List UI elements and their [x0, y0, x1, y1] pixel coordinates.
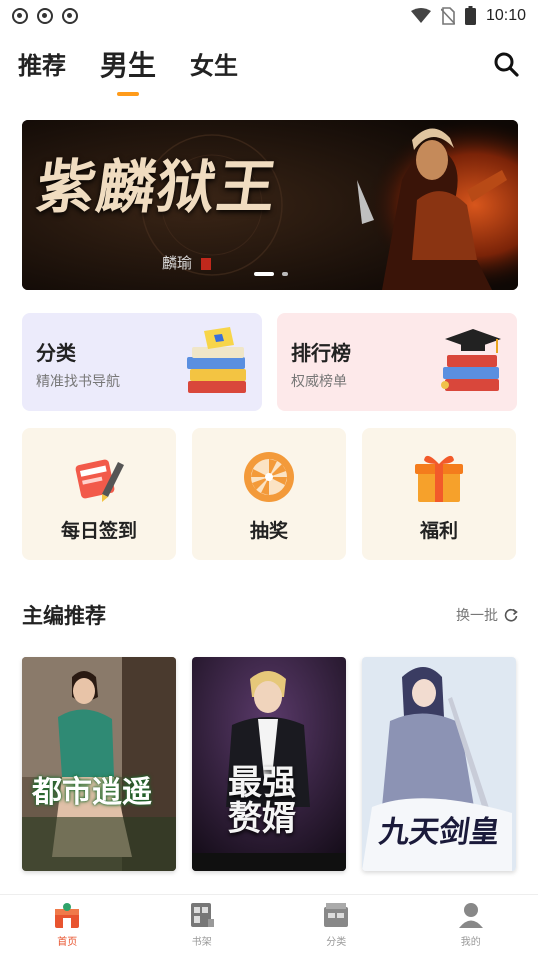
bottom-nav: 首页 书架 分类 我的	[0, 894, 538, 955]
nav-category[interactable]: 分类	[269, 895, 404, 955]
book-card[interactable]: 九天剑皇	[362, 657, 516, 871]
top-tabs: 推荐 男生 女生	[18, 44, 238, 96]
nav-bookshelf[interactable]: 书架	[135, 895, 270, 955]
book-card[interactable]: 都市逍遥	[22, 657, 176, 871]
book-cover-title: 都市逍遥	[32, 775, 152, 810]
nav-home[interactable]: 首页	[0, 895, 135, 955]
notification-icon	[37, 8, 53, 24]
tab-female[interactable]: 女生	[190, 48, 238, 84]
welfare-label: 福利	[419, 520, 458, 542]
section-title: 主编推荐	[22, 604, 106, 628]
checkin-card[interactable]: 每日签到	[22, 428, 176, 560]
profile-icon	[458, 903, 483, 928]
no-sim-icon	[440, 6, 455, 25]
wifi-icon	[410, 7, 431, 23]
nav-category-label: 分类	[326, 937, 347, 948]
category-card-title: 分类	[36, 341, 76, 365]
home-icon	[55, 903, 80, 928]
stacked-books-icon	[187, 327, 246, 393]
tab-recommend[interactable]: 推荐	[18, 48, 66, 84]
checkin-label: 每日签到	[60, 520, 137, 542]
book-card[interactable]: 最强赘婿	[192, 657, 346, 871]
status-bar: 10:10	[0, 0, 538, 32]
ranking-card-title: 排行榜	[291, 341, 351, 365]
notification-icon	[12, 8, 28, 24]
banner-title: 紫麟狱王	[32, 153, 283, 221]
tab-male[interactable]: 男生	[100, 48, 157, 96]
bookshelf-icon	[190, 903, 214, 927]
search-icon[interactable]	[492, 50, 520, 78]
book-cover-title: 九天剑皇	[377, 815, 502, 850]
book-cover-title: 最强赘婿	[228, 763, 296, 839]
banner-author: 麟瑜	[162, 252, 211, 273]
banner-author-badge	[200, 258, 211, 270]
checkin-pencil-icon	[75, 459, 124, 502]
notification-icon	[62, 8, 78, 24]
promo-banner[interactable]: 紫麟狱王 麟瑜	[22, 120, 518, 290]
refresh-icon	[504, 608, 518, 622]
gift-box-icon	[415, 455, 463, 502]
banner-author-name: 麟瑜	[162, 254, 193, 272]
lottery-wheel-icon	[244, 452, 294, 502]
ranking-card-subtitle: 权威榜单	[291, 374, 347, 390]
category-card-subtitle: 精准找书导航	[36, 374, 120, 390]
refresh-button[interactable]: 换一批	[456, 605, 518, 625]
battery-icon	[464, 6, 476, 25]
category-card[interactable]: 分类 精准找书导航	[22, 313, 262, 411]
book-cover-art	[22, 657, 176, 871]
lottery-label: 抽奖	[249, 520, 288, 542]
lottery-card[interactable]: 抽奖	[192, 428, 346, 560]
tab-indicator	[117, 92, 139, 96]
welfare-card[interactable]: 福利	[362, 428, 516, 560]
nav-home-label: 首页	[57, 937, 78, 948]
nav-profile[interactable]: 我的	[404, 895, 538, 955]
refresh-label: 换一批	[456, 608, 498, 624]
nav-bookshelf-label: 书架	[191, 937, 212, 948]
ranking-card[interactable]: 排行榜 权威榜单	[277, 313, 517, 411]
tab-male-label: 男生	[100, 49, 157, 82]
nav-profile-label: 我的	[460, 937, 481, 948]
category-icon	[324, 903, 349, 927]
status-time: 10:10	[485, 6, 526, 24]
notification-icons	[12, 8, 78, 24]
banner-indicator	[282, 272, 288, 276]
graduation-books-icon	[441, 329, 501, 391]
banner-indicator-active	[254, 272, 274, 276]
